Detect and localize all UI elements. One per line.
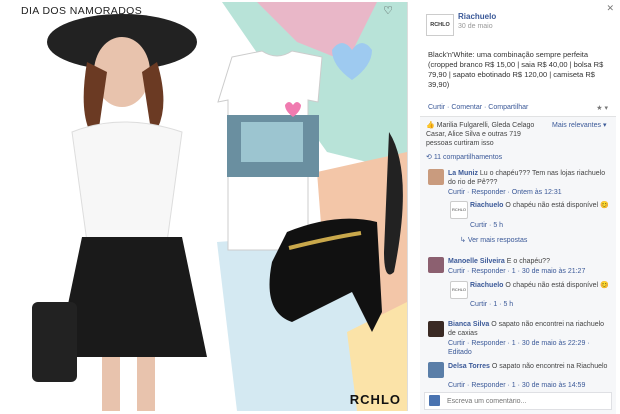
more-replies-link[interactable]: ↳ Ver mais respostas: [460, 236, 527, 245]
brand-logo: RCHLO: [349, 392, 401, 407]
comment-4: Delsa Torres O sapato não encontrei na R…: [448, 363, 608, 370]
collage-illustration: [32, 2, 407, 411]
product-photo[interactable]: DIA DOS NAMORADOS ♡ RCHLO: [17, 2, 408, 411]
comment-3-meta[interactable]: Curtir · Responder · 1 · 30 de maio às 2…: [448, 339, 612, 357]
page-name[interactable]: Riachuelo: [458, 12, 496, 21]
comment-4-meta[interactable]: Curtir · Responder · 1 · 30 de maio às 1…: [448, 381, 585, 390]
reply-1-meta[interactable]: Curtir · 5 h: [470, 221, 503, 230]
comment-composer[interactable]: [424, 392, 612, 410]
options-chevron-icon[interactable]: ★ ▾: [596, 104, 608, 112]
reply-1: Riachuelo O chapéu não está disponível 😊: [470, 202, 609, 209]
avatar[interactable]: RCHLO: [450, 281, 468, 299]
post-actions[interactable]: Curtir · Comentar · Compartilhar: [428, 104, 528, 111]
comment-2-meta[interactable]: Curtir · Responder · 1 · 30 de maio às 2…: [448, 267, 585, 276]
page-avatar[interactable]: RCHLO: [426, 14, 454, 36]
comment-1: La Muniz Lu o chapéu??? Tem nas lojas ri…: [448, 170, 606, 186]
photo-title: DIA DOS NAMORADOS: [21, 5, 143, 17]
post-date[interactable]: 30 de maio: [458, 23, 493, 30]
avatar[interactable]: RCHLO: [450, 201, 468, 219]
post-sidebar: ✕ RCHLO Riachuelo 30 de maio Black'n'Whi…: [420, 0, 616, 414]
comment-1-meta[interactable]: Curtir · Responder · Ontem às 12:31: [448, 188, 562, 197]
likes-summary[interactable]: 👍 Marilia Fulgarelli, Gleda Celago Casar…: [426, 121, 546, 148]
avatar[interactable]: [428, 169, 444, 185]
user-avatar: [429, 395, 440, 406]
shares-count[interactable]: ⟲ 11 compartilhamentos: [426, 153, 502, 162]
avatar[interactable]: [428, 321, 444, 337]
heart-icon[interactable]: ♡: [383, 4, 393, 17]
comment-input[interactable]: [445, 393, 599, 409]
avatar[interactable]: [428, 362, 444, 378]
close-icon[interactable]: ✕: [606, 3, 614, 14]
avatar[interactable]: [428, 257, 444, 273]
reply-2: Riachuelo O chapéu não está disponível 😊: [470, 282, 609, 289]
sort-dropdown[interactable]: Mais relevantes ▾: [552, 121, 607, 130]
feedback-area: 👍 Marilia Fulgarelli, Gleda Celago Casar…: [420, 116, 616, 414]
like-icon: 👍: [426, 122, 437, 129]
comment-3: Bianca Silva O sapato não encontrei na r…: [448, 321, 605, 337]
post-caption: Black'n'White: uma combinação sempre per…: [428, 50, 604, 89]
reply-2-meta[interactable]: Curtir · 1 · 5 h: [470, 300, 513, 309]
comment-2: Manoelle Silveira E o chapéu??: [448, 258, 550, 265]
